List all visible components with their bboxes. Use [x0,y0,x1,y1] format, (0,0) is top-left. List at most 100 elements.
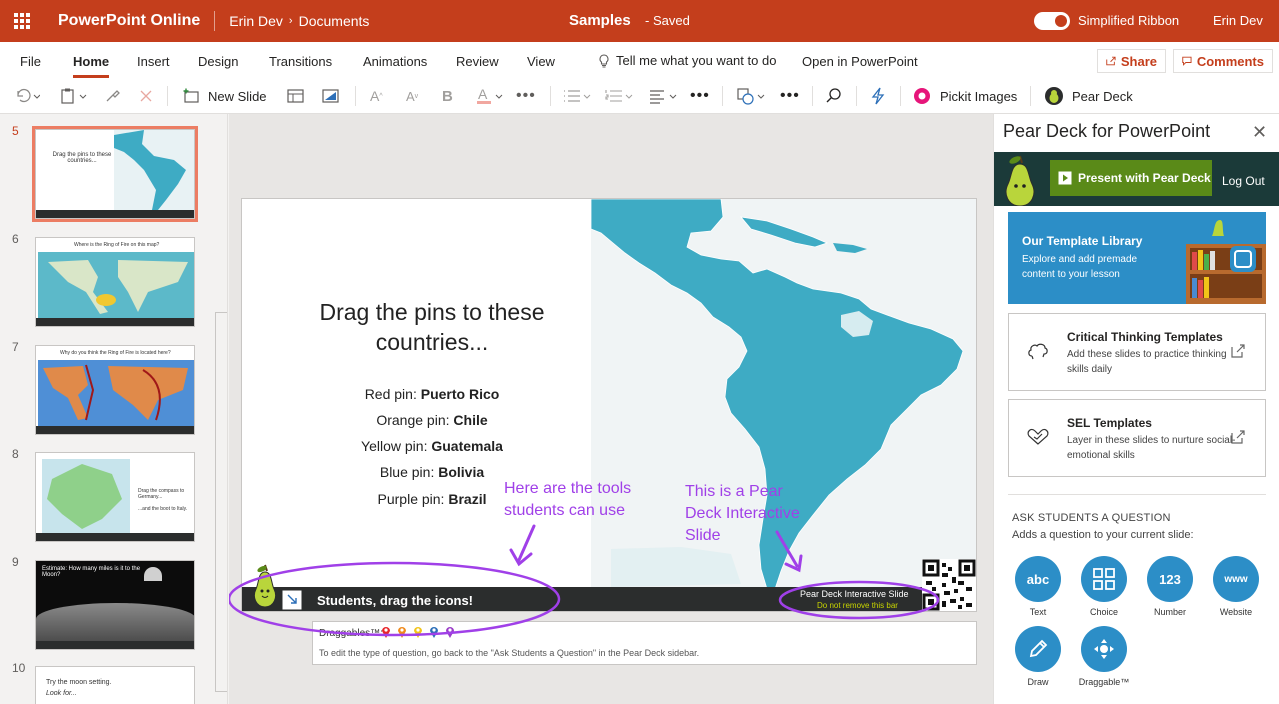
app-launcher-icon[interactable] [0,0,44,42]
format-painter-button[interactable] [104,86,120,106]
pear-deck-button[interactable]: Pear Deck [1044,86,1133,106]
annotation-pear-line2: Deck Interactive [685,505,800,522]
background-button[interactable] [322,86,339,106]
draggable-question-button[interactable] [1081,626,1127,672]
more-font-options-icon[interactable]: ••• [516,86,536,106]
heart-icon [1027,428,1049,445]
pickit-icon [914,88,930,104]
world-map-illustration [48,260,188,314]
external-link-icon [1231,430,1245,444]
increase-font-icon[interactable]: A ^ [370,86,383,106]
app-name[interactable]: PowerPoint Online [58,12,200,30]
number-question-button[interactable]: 123 [1147,556,1193,602]
close-icon [140,90,152,102]
question-label: Choice [1089,607,1118,617]
divider [1030,86,1031,106]
draw-question-button[interactable] [1015,626,1061,672]
more-paragraph-options-icon[interactable]: ••• [690,86,710,106]
thumbnail-bar [36,318,194,326]
critical-thinking-templates-card[interactable]: Critical Thinking Templates Add these sl… [1008,313,1266,391]
new-slide-button[interactable]: New Slide [182,86,267,106]
template-title: SEL Templates [1067,416,1152,430]
tab-review[interactable]: Review [456,54,499,69]
comments-button[interactable]: Comments [1173,49,1273,73]
undo-button[interactable] [14,86,40,106]
close-icon[interactable]: ✕ [1252,122,1267,143]
numbered-list-icon [605,90,633,102]
template-description: Layer in these slides to nurture social-… [1067,435,1236,461]
brush-icon [106,90,120,102]
clear-formatting-button[interactable] [139,86,153,106]
lunar-surface [36,603,194,643]
website-question-button[interactable]: www [1213,556,1259,602]
tab-transitions[interactable]: Transitions [269,54,332,69]
present-label: Present with Pear Deck [1078,171,1211,185]
menu-tabs: File Home Insert Design Transitions Anim… [0,42,1279,78]
choice-question-button[interactable] [1081,556,1127,602]
annotation-ellipse-bar [778,580,940,620]
tab-view[interactable]: View [527,54,555,69]
clipboard-icon [61,88,87,104]
library-description: Explore and add premade content to your … [1022,254,1138,280]
comments-label: Comments [1196,53,1264,69]
slide-thumbnail-10[interactable]: Try the moon setting. Look for... [35,666,195,704]
question-label: Number [1153,607,1186,617]
simplified-ribbon-toggle[interactable] [1034,12,1070,30]
present-with-pear-deck-button[interactable]: Present with Pear Deck [1050,160,1212,196]
tab-file[interactable]: File [20,54,41,69]
slide-thumbnail-7[interactable]: Why do you think the Ring of Fire is loc… [35,345,195,435]
tell-me-search[interactable]: Tell me what you want to do [598,53,776,68]
save-status: - Saved [645,13,690,28]
question-label: Draggable™ [1078,677,1130,687]
template-library-card[interactable]: Our Template Library Explore and add pre… [1008,212,1266,304]
thumbnail-map [38,360,194,426]
find-button[interactable] [825,86,843,106]
numbering-button[interactable] [604,86,636,106]
share-button[interactable]: Share [1097,49,1166,73]
annotation-overlay [229,524,940,637]
slide-thumbnail-8[interactable]: Drag the compass to Germany... ...and th… [35,452,195,542]
tab-animations[interactable]: Animations [363,54,427,69]
paste-button[interactable] [60,86,90,106]
layout-button[interactable] [287,86,304,106]
sel-templates-card[interactable]: SEL Templates Layer in these slides to n… [1008,399,1266,477]
shapes-button[interactable] [736,86,768,106]
thumbnail-bar [36,210,194,218]
tab-insert[interactable]: Insert [137,54,170,69]
divider [1008,494,1266,495]
slide-thumbnail-6[interactable]: Where is the Ring of Fire on this map? [35,237,195,327]
tab-design[interactable]: Design [198,54,238,69]
open-in-powerpoint[interactable]: Open in PowerPoint [802,54,918,69]
divider [355,86,356,106]
bullets-button[interactable] [562,86,594,106]
slide-number: 7 [12,340,19,354]
europe-map-illustration [47,464,122,529]
font-color-button[interactable]: A [476,86,504,106]
breadcrumb-folder[interactable]: Documents [299,13,370,29]
template-description: Add these slides to practice thinking sk… [1067,349,1227,375]
text-question-button[interactable]: abc [1015,556,1061,602]
align-button[interactable] [648,86,680,106]
user-name[interactable]: Erin Dev [1213,13,1263,28]
divider [722,86,723,106]
annotation-tools: Here are the tools students can use [504,478,631,522]
slide-thumbnail-5[interactable]: Drag the pins to these countries... [32,126,198,222]
bold-icon[interactable]: B [442,86,453,106]
ring-of-fire-map [43,364,188,421]
divider [167,86,168,106]
annotation-arrow-tools [509,524,536,567]
map-illustration [114,130,186,210]
tab-home[interactable]: Home [73,54,110,78]
breadcrumb-user[interactable]: Erin Dev [229,13,283,29]
slide-thumbnail-9[interactable]: Estimate: How many miles is it to the Mo… [35,560,195,650]
log-out-link[interactable]: Log Out [1222,174,1265,188]
thumbnail-scrollbar[interactable] [215,312,227,692]
pickit-images-button[interactable]: Pickit Images [913,86,1017,106]
designer-button[interactable] [870,86,886,106]
thumbnail-map [114,130,194,212]
thumbnail-title: Drag the pins to these countries... [52,152,112,164]
more-drawing-options-icon[interactable]: ••• [780,86,800,106]
layout-icon [287,89,304,103]
document-title[interactable]: Samples [569,12,631,29]
decrease-font-icon[interactable]: Av [406,86,418,106]
